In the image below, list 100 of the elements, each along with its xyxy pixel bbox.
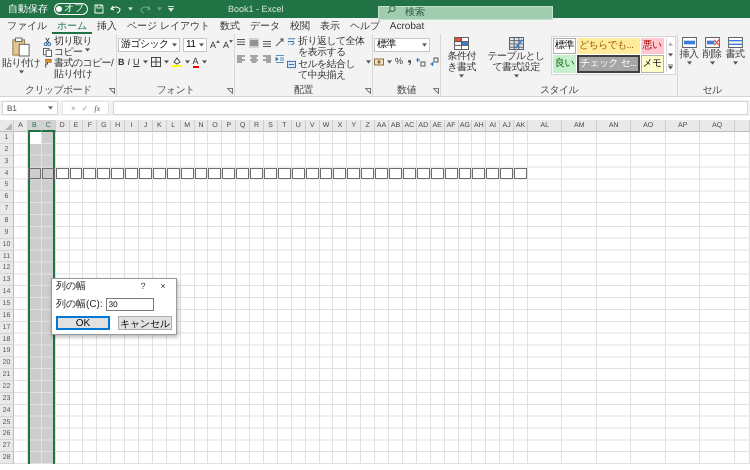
bordered-cell[interactable] [222,168,236,180]
bordered-cell[interactable] [56,168,69,180]
caret-icon[interactable] [128,7,133,11]
bordered-cell[interactable] [389,168,402,180]
bordered-cell[interactable] [361,168,374,180]
bordered-cell[interactable] [250,168,264,180]
decrease-decimal-icon[interactable] [429,56,440,66]
bordered-cell[interactable] [70,168,82,180]
dialog-launcher-icon[interactable] [227,88,234,94]
cancel-button[interactable]: キャンセル [118,316,172,330]
decrease-font-size-button[interactable]: A [223,40,234,50]
bordered-cell[interactable] [486,168,500,180]
align-center-icon[interactable] [249,54,260,64]
format-button[interactable]: 書式 [724,36,746,66]
caret-icon[interactable] [184,60,190,64]
percent-button[interactable]: % [395,56,404,67]
bordered-cell[interactable] [42,168,55,180]
bordered-cell[interactable] [166,168,180,180]
align-top-icon[interactable] [236,38,246,48]
bordered-cell[interactable] [97,168,110,180]
active-cell[interactable] [28,132,41,144]
ribbon-tab[interactable]: ホーム [52,18,92,34]
align-right-icon[interactable] [262,54,272,64]
increase-font-size-button[interactable]: A [210,40,220,50]
increase-decimal-icon[interactable] [416,56,426,66]
ribbon-tab[interactable]: 表示 [314,18,345,34]
cell-style-option[interactable]: 悪い [640,38,664,54]
copy-button[interactable]: コピー [43,47,115,58]
close-button[interactable]: × [154,281,172,291]
scroll-down-icon[interactable] [668,52,673,56]
search-field[interactable]: 検索 [378,6,553,20]
cut-button[interactable]: 切り取り [43,36,115,47]
align-bottom-icon[interactable] [262,38,272,48]
indent-icon[interactable] [275,54,286,64]
fill-color-icon[interactable] [172,57,182,67]
cell-style-option[interactable]: メモ [640,55,664,73]
bordered-cell[interactable] [208,168,222,180]
caret-icon[interactable] [202,60,207,64]
bordered-cell[interactable] [139,168,152,180]
bordered-cell[interactable] [472,168,486,180]
ok-button[interactable]: OK [56,316,110,330]
bordered-cell[interactable] [333,168,346,180]
bordered-cell[interactable] [514,168,527,180]
bordered-cell[interactable] [320,168,332,180]
ribbon-tab[interactable]: ヘルプ [344,18,385,34]
bordered-cell[interactable] [152,168,166,180]
wrap-text-button[interactable]: 折り返して全体を表示する [287,36,372,58]
ribbon-tab[interactable]: 校閲 [284,18,315,34]
save-icon[interactable] [94,4,104,14]
bordered-cell[interactable] [83,168,96,180]
italic-button[interactable]: I [128,56,130,68]
align-middle-icon[interactable] [249,38,260,48]
cell-style-option[interactable]: 標準 [553,38,576,54]
more-icon[interactable] [668,64,673,70]
dialog-launcher-icon[interactable] [365,88,372,94]
caret-icon[interactable] [142,60,148,64]
bordered-cell[interactable] [416,168,430,180]
bordered-cell[interactable] [111,168,124,180]
dialog-launcher-icon[interactable] [433,88,440,94]
text-orientation-icon[interactable] [275,38,286,48]
column-width-input[interactable]: 30 [106,298,154,310]
bordered-cell[interactable] [28,168,41,180]
font-size-dropdown[interactable]: 11 [183,38,207,52]
align-left-icon[interactable] [236,54,246,64]
font-color-button[interactable]: A [192,56,199,68]
autosave-toggle[interactable]: オフ [54,3,88,15]
customize-icon[interactable] [168,6,174,12]
bordered-cell[interactable] [458,168,472,180]
format-painter-button[interactable]: 書式のコピー/貼り付け [43,58,115,80]
bordered-cell[interactable] [430,168,444,180]
ribbon-tab[interactable]: 挿入 [92,18,122,34]
formula-input[interactable] [113,101,748,115]
cell-style-option[interactable]: 良い [553,55,576,73]
bordered-cell[interactable] [500,168,514,180]
bordered-cell[interactable] [180,168,194,180]
name-box[interactable]: B1 [2,101,58,115]
borders-icon[interactable] [150,57,161,67]
bordered-cell[interactable] [444,168,458,180]
dialog-launcher-icon[interactable] [109,88,115,94]
bordered-cell[interactable] [375,168,388,180]
undo-icon[interactable] [110,4,122,14]
cell-style-option[interactable]: どちらでも... [577,38,640,54]
bordered-cell[interactable] [236,168,250,180]
insert-button[interactable]: 挿入 [678,36,700,66]
delete-button[interactable]: 削除 [702,36,723,66]
currency-icon[interactable] [374,56,384,66]
bordered-cell[interactable] [194,168,208,180]
paste-button[interactable]: 貼り付け [1,36,41,75]
underline-button[interactable]: U [133,56,140,68]
ribbon-tab[interactable]: Acrobat [384,18,430,34]
ribbon-tab[interactable]: ファイル [2,18,52,34]
insert-function-button[interactable]: fx [94,104,100,112]
bordered-cell[interactable] [278,168,291,180]
format-as-table-button[interactable]: テーブルとして書式設定 [483,36,550,79]
bordered-cell[interactable] [292,168,305,180]
help-button[interactable]: ? [134,281,152,291]
ribbon-tab[interactable]: ページ レイアウト [122,18,215,34]
ribbon-tab[interactable]: データ [244,18,285,34]
ribbon-tab[interactable]: 数式 [214,18,245,34]
bordered-cell[interactable] [125,168,138,180]
